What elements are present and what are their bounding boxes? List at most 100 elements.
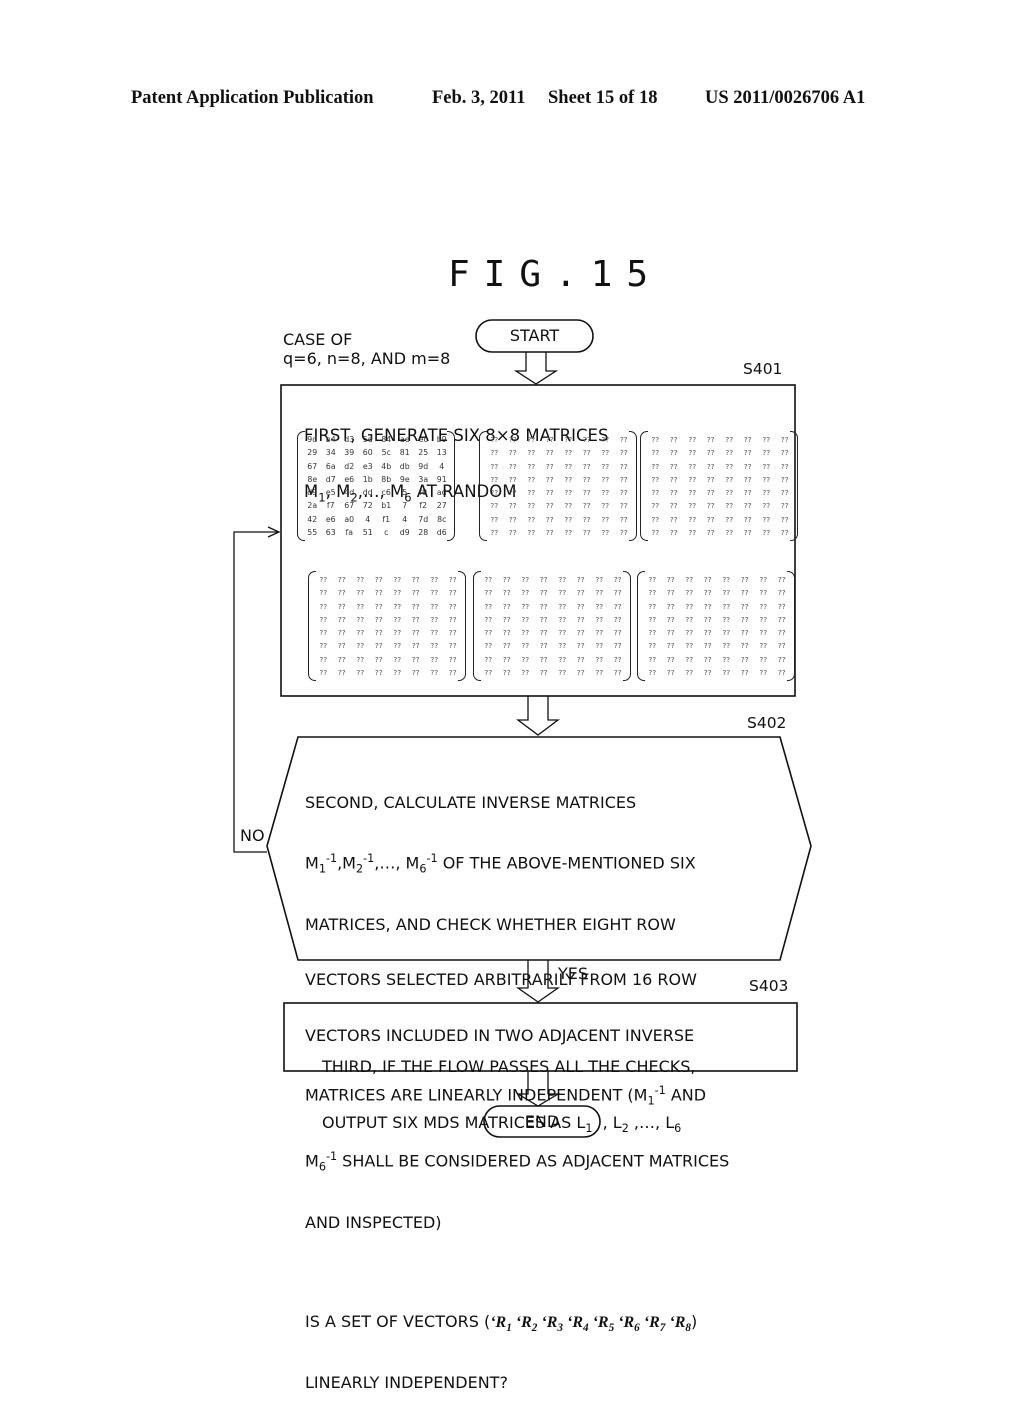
- matrix-cell: ??: [688, 501, 697, 511]
- matrix-cell: ??: [762, 435, 771, 445]
- matrix-cell: ??: [743, 501, 752, 511]
- matrix-cell: ??: [601, 514, 610, 524]
- matrix-cell: ??: [669, 527, 678, 537]
- matrix-cell: 13: [436, 448, 447, 458]
- matrix-cell: ??: [521, 575, 530, 585]
- matrix-cell: ??: [703, 641, 712, 651]
- matrix-cell: ??: [595, 588, 604, 598]
- matrix-cell: ??: [319, 667, 328, 677]
- matrix-cell: ??: [703, 667, 712, 677]
- matrix-cell: ??: [777, 654, 786, 664]
- matrix-cell: ??: [564, 461, 573, 471]
- matrix-cell: ??: [648, 575, 657, 585]
- matrix-m5: ????????????????????????????????????????…: [473, 571, 631, 681]
- matrix-cell: 6a: [325, 461, 336, 471]
- matrix-cell: ??: [374, 641, 383, 651]
- matrix-cell: ??: [706, 474, 715, 484]
- matrix-cell: db: [399, 461, 410, 471]
- matrix-cell: 4: [365, 514, 371, 524]
- matrix-cell: 28: [418, 527, 429, 537]
- matrix-cell: ??: [688, 435, 697, 445]
- matrix-cell: ??: [582, 527, 591, 537]
- matrix-cell: ??: [601, 435, 610, 445]
- matrix-cell: ??: [669, 474, 678, 484]
- matrix-cell: ??: [651, 448, 660, 458]
- matrix-cell: ??: [595, 654, 604, 664]
- matrix-cell: ??: [762, 461, 771, 471]
- matrix-cell: f2: [419, 501, 428, 511]
- matrix-cell: ??: [521, 588, 530, 598]
- matrix-cell: ae: [399, 435, 410, 445]
- matrix-cell: ??: [508, 527, 517, 537]
- matrix-cell: d3: [344, 435, 355, 445]
- matrix-cell: ??: [651, 527, 660, 537]
- matrix-cell: ??: [759, 588, 768, 598]
- matrix-cell: ??: [740, 667, 749, 677]
- matrix-cell: ??: [666, 654, 675, 664]
- matrix-cell: ??: [337, 575, 346, 585]
- matrix-m1: 9d b4 d3 5d 84 ae ec b9 29 34 39 60 5c 81 25 13 67 6a d2 e3…: [297, 431, 455, 541]
- matrix-cell: ??: [490, 501, 499, 511]
- s403-text: THIRD, IF THE FLOW PASSES ALL THE CHECKS…: [322, 1021, 696, 1157]
- matrix-cell: ??: [564, 501, 573, 511]
- matrix-cell: 27: [436, 501, 447, 511]
- matrix-cell: ??: [374, 654, 383, 664]
- matrix-cell: ??: [448, 588, 457, 598]
- matrix-cell: 5: [402, 488, 408, 498]
- matrix-cell: ??: [484, 667, 493, 677]
- matrix-cell: ??: [648, 614, 657, 624]
- matrix-cell: ad: [436, 488, 447, 498]
- matrix-cell: ??: [393, 628, 402, 638]
- matrix-cell: ??: [619, 435, 628, 445]
- matrix-cell: ??: [545, 435, 554, 445]
- matrix-cell: ??: [601, 501, 610, 511]
- matrix-cell: ??: [527, 488, 536, 498]
- matrix-cell: ??: [613, 601, 622, 611]
- matrix-cell: ??: [448, 654, 457, 664]
- matrix-cell: ??: [595, 575, 604, 585]
- matrix-cell: ??: [490, 461, 499, 471]
- matrix-cell: ??: [688, 488, 697, 498]
- matrix-cell: ??: [337, 588, 346, 598]
- matrix-cell: ??: [725, 488, 734, 498]
- matrix-cell: 2a: [307, 501, 318, 511]
- matrix-cell: ??: [319, 641, 328, 651]
- matrix-cell: ??: [545, 488, 554, 498]
- matrix-cell: d2: [344, 461, 355, 471]
- matrix-cell: ??: [762, 448, 771, 458]
- matrix-cell: ??: [648, 588, 657, 598]
- matrix-cell: ??: [319, 601, 328, 611]
- row-vector-symbol: ‘R6: [614, 1313, 640, 1334]
- matrix-cell: ec: [418, 435, 428, 445]
- matrix-cell: d9: [399, 527, 410, 537]
- matrix-cell: ??: [777, 588, 786, 598]
- matrix-cell: ??: [725, 448, 734, 458]
- matrix-cell: ??: [545, 461, 554, 471]
- matrix-cell: ??: [502, 641, 511, 651]
- matrix-cell: 91: [436, 474, 447, 484]
- matrix-cell: ??: [740, 641, 749, 651]
- matrix-cell: ??: [564, 448, 573, 458]
- matrix-cell: ??: [666, 588, 675, 598]
- matrix-cell: 84: [381, 435, 392, 445]
- matrix-cell: ??: [393, 588, 402, 598]
- matrix-cell: d7: [325, 474, 336, 484]
- matrix-cell: e5: [325, 488, 336, 498]
- matrix-cell: fa: [345, 527, 354, 537]
- matrix-cell: ??: [374, 628, 383, 638]
- matrix-cell: ??: [651, 474, 660, 484]
- matrix-cell: ??: [576, 628, 585, 638]
- matrix-cell: ??: [651, 435, 660, 445]
- matrix-cell: ??: [502, 575, 511, 585]
- matrix-cell: ??: [780, 474, 789, 484]
- matrix-cell: 9e: [399, 474, 410, 484]
- matrix-cell: b4: [325, 435, 336, 445]
- matrix-cell: c: [384, 527, 389, 537]
- matrix-cell: ??: [430, 614, 439, 624]
- matrix-cell: ??: [619, 474, 628, 484]
- s403-line1: THIRD, IF THE FLOW PASSES ALL THE CHECKS…: [322, 1057, 696, 1076]
- matrix-cell: ??: [319, 654, 328, 664]
- matrix-cell: ??: [619, 461, 628, 471]
- matrix-cell: ??: [576, 588, 585, 598]
- matrix-cell: ??: [545, 514, 554, 524]
